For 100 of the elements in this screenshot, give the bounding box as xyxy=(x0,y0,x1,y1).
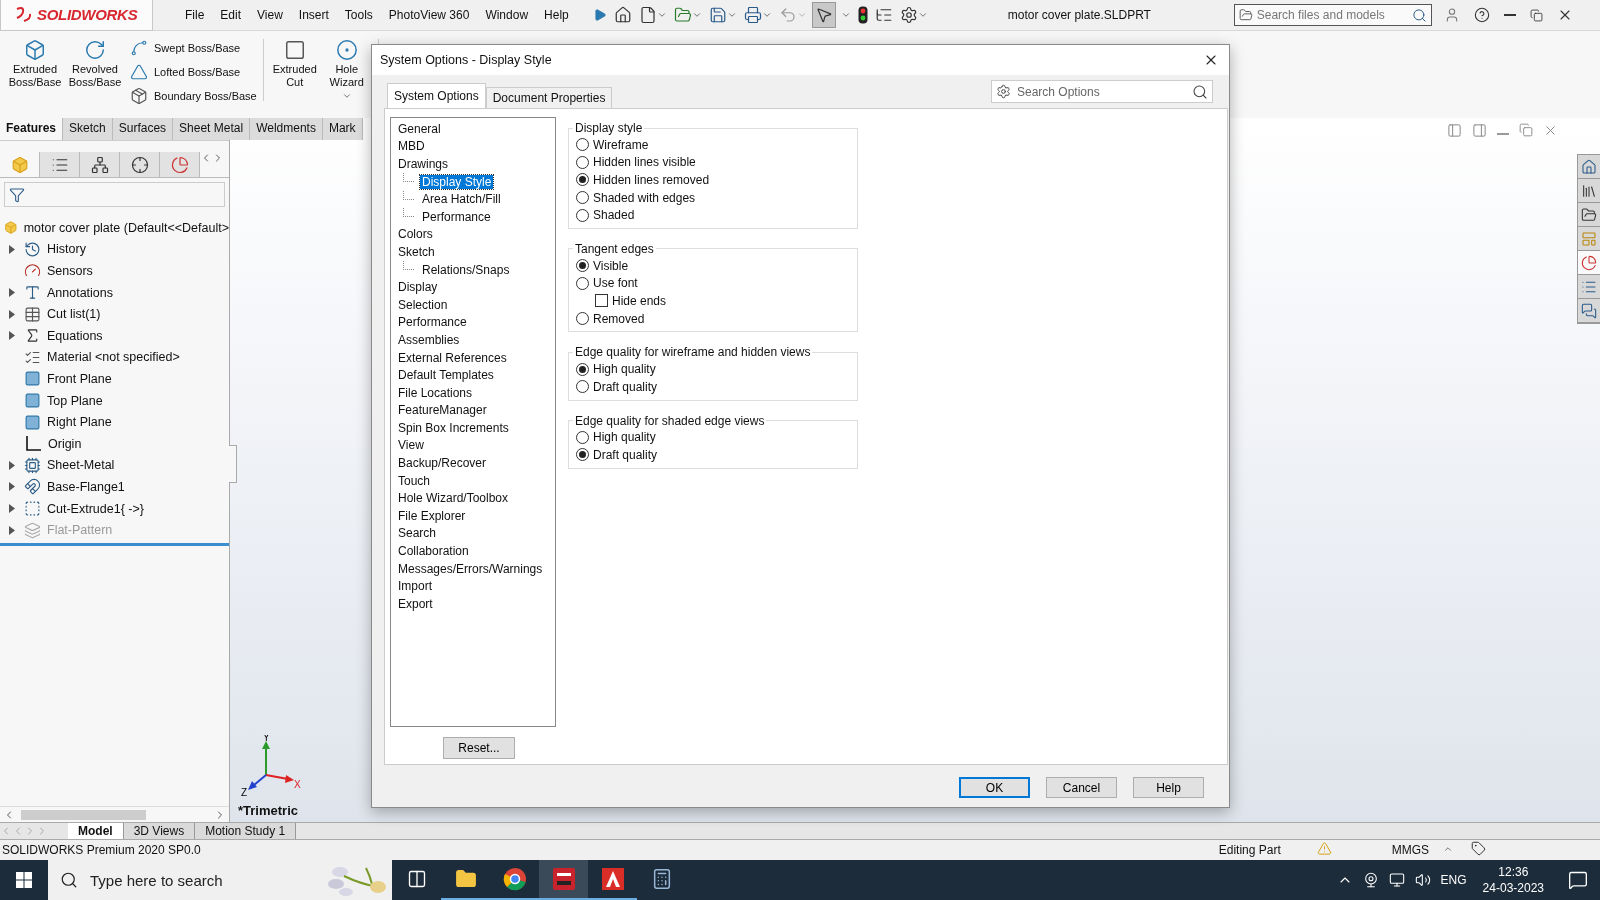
tree-item[interactable]: Top Plane xyxy=(47,393,103,408)
language-indicator[interactable]: ENG xyxy=(1440,873,1467,887)
category-item[interactable]: FeatureManager xyxy=(396,403,489,418)
tree-item[interactable]: motor cover plate (Default<<Default> xyxy=(23,220,229,235)
category-item[interactable]: Display xyxy=(396,280,440,295)
model-tab[interactable]: Model xyxy=(68,823,124,839)
menu-item[interactable]: Tools xyxy=(336,8,381,22)
category-item[interactable]: Search xyxy=(396,526,439,541)
radio-button[interactable] xyxy=(576,448,589,462)
radio-button[interactable] xyxy=(576,276,589,290)
menu-item[interactable]: File xyxy=(177,8,213,22)
category-item[interactable]: MBD xyxy=(396,139,427,154)
search-field[interactable]: Search files and models xyxy=(1233,4,1432,26)
tree-item[interactable]: Cut-Extrude1{ ->} xyxy=(47,501,144,516)
category-item[interactable]: Default Templates xyxy=(396,368,496,383)
taskbar-app[interactable] xyxy=(539,860,588,900)
units-text[interactable]: MMGS xyxy=(1391,843,1430,857)
menu-item[interactable]: View xyxy=(249,8,291,22)
expand-arrow-icon[interactable] xyxy=(9,288,15,298)
minimize-icon[interactable] xyxy=(1503,14,1516,16)
task-pane-tab[interactable] xyxy=(1578,299,1600,323)
ribbon-button[interactable]: Boundary Boss/Base xyxy=(130,87,257,105)
tree-item[interactable]: Annotations xyxy=(47,285,114,300)
category-item[interactable]: Sketch xyxy=(396,244,437,259)
category-item[interactable]: Export xyxy=(396,596,435,611)
command-tab[interactable]: Weldments xyxy=(250,118,323,140)
category-item[interactable]: Performance xyxy=(420,209,493,224)
menu-item[interactable]: Window xyxy=(477,8,537,22)
category-item[interactable]: Assemblies xyxy=(396,332,462,347)
menu-item[interactable]: Insert xyxy=(290,8,337,22)
category-item[interactable]: Area Hatch/Fill xyxy=(420,192,503,207)
category-item[interactable]: Colors xyxy=(396,227,435,242)
ribbon-button[interactable]: Extruded Cut xyxy=(269,39,320,101)
category-item[interactable]: General xyxy=(396,121,443,136)
tree-item[interactable]: Front Plane xyxy=(47,371,112,386)
category-item[interactable]: Import xyxy=(396,579,434,594)
category-item[interactable]: External References xyxy=(396,350,509,365)
clock-date[interactable]: 24-03-2023 xyxy=(1482,880,1544,896)
dialog-tab[interactable]: System Options xyxy=(387,83,486,108)
radio-button[interactable] xyxy=(576,208,589,222)
tree-item[interactable]: Material <not specified> xyxy=(47,350,180,365)
tree-item[interactable]: History xyxy=(47,242,86,257)
radio-button[interactable] xyxy=(576,191,589,205)
radio-button[interactable] xyxy=(576,380,589,394)
tree-item[interactable]: Sheet-Metal xyxy=(47,458,115,473)
category-item[interactable]: Touch xyxy=(396,473,433,488)
tree-item[interactable]: Right Plane xyxy=(47,415,112,430)
dialog-button[interactable]: Cancel xyxy=(1046,777,1117,798)
command-tab[interactable]: Surfaces xyxy=(112,118,174,140)
dialog-button[interactable]: Help xyxy=(1133,777,1204,798)
dialog-tab[interactable]: Document Properties xyxy=(485,87,613,108)
task-pane-tab[interactable] xyxy=(1578,203,1600,227)
ribbon-button[interactable]: Lofted Boss/Base xyxy=(130,63,257,81)
filter-field[interactable] xyxy=(4,182,225,207)
task-pane-tab[interactable] xyxy=(1578,275,1600,299)
radio-button[interactable] xyxy=(576,138,589,152)
category-item[interactable]: Collaboration xyxy=(396,544,471,559)
taskbar-search-field[interactable]: Type here to search xyxy=(48,860,392,900)
tree-item[interactable]: Cut list(1) xyxy=(47,307,101,322)
ribbon-button[interactable]: Extruded Boss/Base xyxy=(6,39,64,101)
app-logo[interactable]: SOLIDWORKS xyxy=(0,0,153,31)
radio-button[interactable] xyxy=(576,259,589,273)
task-pane-tab[interactable] xyxy=(1578,155,1600,179)
model-tab[interactable]: Motion Study 1 xyxy=(195,823,297,839)
category-item[interactable]: Backup/Recover xyxy=(396,456,489,471)
ribbon-button[interactable]: Swept Boss/Base xyxy=(130,39,257,57)
checkbox[interactable] xyxy=(595,294,608,308)
panel-handle[interactable] xyxy=(229,445,237,483)
command-tab[interactable]: Features xyxy=(0,118,64,140)
menu-item[interactable]: Help xyxy=(536,8,577,22)
options-search-field[interactable]: Search Options xyxy=(991,80,1213,103)
expand-arrow-icon[interactable] xyxy=(9,244,15,254)
radio-button[interactable] xyxy=(576,362,589,376)
category-item[interactable]: Messages/Errors/Warnings xyxy=(396,561,545,576)
radio-button[interactable] xyxy=(576,173,589,187)
task-pane-tab[interactable] xyxy=(1578,179,1600,203)
radio-button[interactable] xyxy=(576,430,589,444)
ribbon-button[interactable]: Revolved Boss/Base xyxy=(66,39,124,101)
radio-button[interactable] xyxy=(576,155,589,169)
command-tab[interactable]: Mark xyxy=(322,118,363,140)
dialog-button[interactable]: OK xyxy=(959,777,1030,798)
tree-item[interactable]: Base-Flange1 xyxy=(47,479,125,494)
category-item[interactable]: Hole Wizard/Toolbox xyxy=(396,491,511,506)
command-tab[interactable]: Sketch xyxy=(63,118,113,140)
clock-time[interactable]: 12:36 xyxy=(1498,864,1529,880)
tree-item[interactable]: Sensors xyxy=(47,264,93,278)
model-tab[interactable]: 3D Views xyxy=(123,823,196,839)
menu-item[interactable]: Edit xyxy=(212,8,250,22)
scrollbar-thumb[interactable] xyxy=(21,809,146,820)
category-item[interactable]: File Locations xyxy=(396,385,475,400)
radio-button[interactable] xyxy=(576,312,589,326)
menu-item[interactable]: PhotoView 360 xyxy=(380,8,478,22)
tree-item[interactable]: Equations xyxy=(47,328,103,343)
tree-item[interactable]: Origin xyxy=(48,436,82,451)
category-item[interactable]: View xyxy=(396,438,426,453)
reset-button[interactable]: Reset... xyxy=(443,737,515,759)
category-item[interactable]: Display Style xyxy=(420,174,494,189)
expand-arrow-icon[interactable] xyxy=(9,504,15,513)
category-item[interactable]: Selection xyxy=(396,297,450,312)
category-item[interactable]: Performance xyxy=(396,315,469,330)
